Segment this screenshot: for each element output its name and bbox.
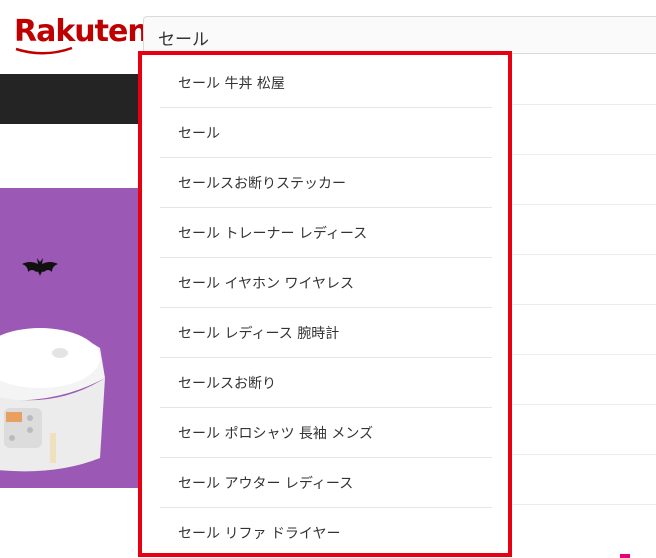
search-input-value: セール bbox=[158, 30, 209, 50]
suggestion-label: セール 牛丼 松屋 bbox=[178, 76, 285, 92]
search-suggestions-dropdown: セール 牛丼 松屋 セール セールスお断りステッカー セール トレーナー レディ… bbox=[138, 51, 512, 557]
logo-swoosh-icon bbox=[15, 46, 73, 55]
suggestion-item[interactable]: セールスお断り bbox=[160, 358, 492, 408]
suggestion-label: セールスお断りステッカー bbox=[178, 176, 346, 192]
suggestion-item[interactable]: セール トレーナー レディース bbox=[160, 208, 492, 258]
suggestion-item[interactable]: セール bbox=[160, 108, 492, 158]
rakuten-logo[interactable]: Rakuten bbox=[14, 14, 149, 49]
suggestion-item[interactable]: セール レディース 腕時計 bbox=[160, 308, 492, 358]
bat-icon bbox=[22, 258, 58, 276]
suggestion-label: セール ポロシャツ 長袖 メンズ bbox=[178, 426, 374, 442]
dropdown-extension bbox=[512, 54, 656, 558]
suggestion-item[interactable]: セール イヤホン ワイヤレス bbox=[160, 258, 492, 308]
suggestion-item[interactable]: セール ポロシャツ 長袖 メンズ bbox=[160, 408, 492, 458]
suggestion-label: セールスお断り bbox=[178, 376, 276, 392]
suggestion-label: セール アウター レディース bbox=[178, 476, 354, 492]
suggestion-label: セール レディース 腕時計 bbox=[178, 326, 340, 342]
suggestion-item[interactable]: セールスお断りステッカー bbox=[160, 158, 492, 208]
suggestion-item[interactable]: セール リファ ドライヤー bbox=[160, 508, 492, 558]
promo-banner[interactable] bbox=[0, 188, 138, 488]
suggestion-label: セール トレーナー レディース bbox=[178, 226, 368, 242]
suggestion-label: セール イヤホン ワイヤレス bbox=[178, 276, 355, 292]
search-input[interactable]: セール bbox=[143, 16, 656, 54]
suggestion-item[interactable]: セール アウター レディース bbox=[160, 458, 492, 508]
rice-cooker-image bbox=[0, 328, 105, 472]
suggestion-item[interactable]: セール 牛丼 松屋 bbox=[160, 58, 492, 108]
suggestion-label: セール bbox=[178, 126, 220, 142]
page-fragment-icon bbox=[620, 554, 630, 558]
suggestion-label: セール リファ ドライヤー bbox=[178, 526, 341, 542]
